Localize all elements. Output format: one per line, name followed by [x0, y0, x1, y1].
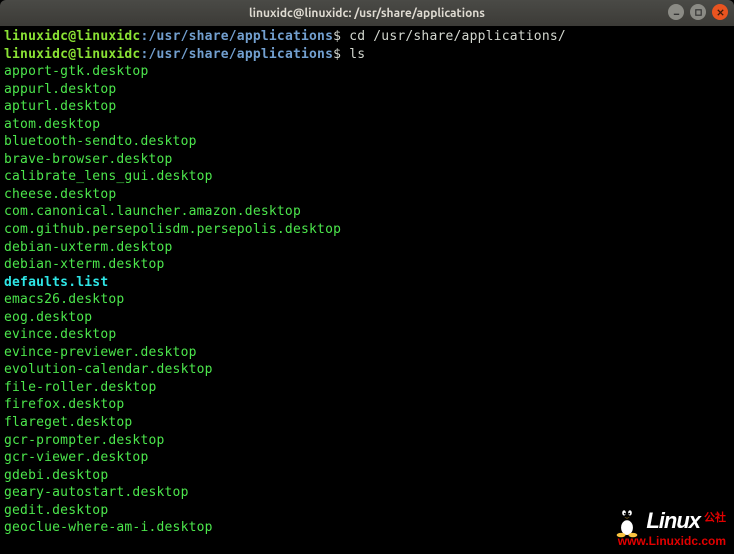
file-entry: file-roller.desktop	[4, 379, 730, 397]
file-entry: cheese.desktop	[4, 186, 730, 204]
window-titlebar: linuxidc@linuxidc: /usr/share/applicatio…	[0, 0, 734, 26]
close-button[interactable]	[712, 4, 728, 20]
file-entry: firefox.desktop	[4, 396, 730, 414]
minimize-icon	[672, 8, 681, 17]
file-entry: emacs26.desktop	[4, 291, 730, 309]
prompt-path: /usr/share/applications	[149, 29, 334, 44]
window-controls	[668, 4, 728, 20]
file-entry: debian-uxterm.desktop	[4, 239, 730, 257]
prompt-dollar: $	[333, 47, 341, 62]
file-entry: atom.desktop	[4, 116, 730, 134]
watermark-suffix: 公社	[704, 509, 726, 525]
prompt-path: /usr/share/applications	[149, 47, 334, 62]
file-entry: gcr-viewer.desktop	[4, 449, 730, 467]
file-entry: apport-gtk.desktop	[4, 63, 730, 81]
watermark-logo-row: Linux公社	[612, 504, 726, 538]
window-title: linuxidc@linuxidc: /usr/share/applicatio…	[249, 7, 485, 20]
maximize-button[interactable]	[690, 4, 706, 20]
tux-icon	[612, 504, 642, 538]
prompt-colon: :	[140, 29, 148, 44]
file-entry: defaults.list	[4, 274, 730, 292]
file-entry: gdebi.desktop	[4, 467, 730, 485]
watermark: Linux公社 www.Linuxidc.com	[612, 504, 726, 548]
close-icon	[716, 8, 725, 17]
prompt-dollar: $	[333, 29, 341, 44]
file-entry: brave-browser.desktop	[4, 151, 730, 169]
watermark-brand: Linux	[646, 508, 700, 534]
prompt-user: linuxidc@linuxidc	[4, 29, 140, 44]
minimize-button[interactable]	[668, 4, 684, 20]
file-entry: appurl.desktop	[4, 81, 730, 99]
file-entry: evince.desktop	[4, 326, 730, 344]
file-entry: debian-xterm.desktop	[4, 256, 730, 274]
command-text: cd /usr/share/applications/	[349, 29, 566, 44]
terminal-body[interactable]: linuxidc@linuxidc:/usr/share/application…	[0, 26, 734, 554]
file-entry: geary-autostart.desktop	[4, 484, 730, 502]
command-text: ls	[349, 47, 365, 62]
file-entry: apturl.desktop	[4, 98, 730, 116]
file-entry: calibrate_lens_gui.desktop	[4, 168, 730, 186]
file-entry: evince-previewer.desktop	[4, 344, 730, 362]
file-entry: flareget.desktop	[4, 414, 730, 432]
prompt-user: linuxidc@linuxidc	[4, 47, 140, 62]
file-entry: com.canonical.launcher.amazon.desktop	[4, 203, 730, 221]
prompt-line-2: linuxidc@linuxidc:/usr/share/application…	[4, 46, 730, 64]
file-listing: apport-gtk.desktopappurl.desktopapturl.d…	[4, 63, 730, 537]
file-entry: evolution-calendar.desktop	[4, 361, 730, 379]
file-entry: gcr-prompter.desktop	[4, 432, 730, 450]
file-entry: eog.desktop	[4, 309, 730, 327]
maximize-icon	[694, 8, 703, 17]
prompt-colon: :	[140, 47, 148, 62]
file-entry: com.github.persepolisdm.persepolis.deskt…	[4, 221, 730, 239]
file-entry: bluetooth-sendto.desktop	[4, 133, 730, 151]
prompt-line-1: linuxidc@linuxidc:/usr/share/application…	[4, 28, 730, 46]
